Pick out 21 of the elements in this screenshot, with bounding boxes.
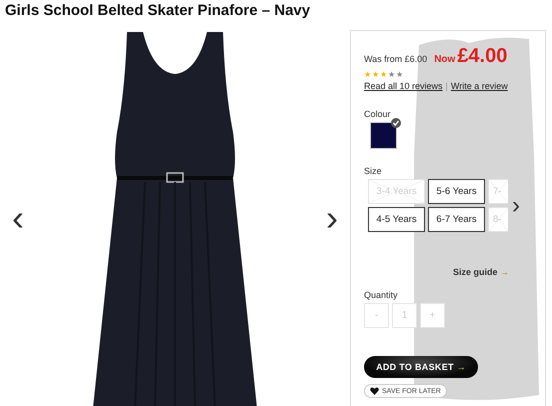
checkmark-icon <box>391 118 401 128</box>
size-option[interactable]: 4-5 Years <box>368 207 425 232</box>
size-guide-link[interactable]: Size guide → <box>452 267 509 277</box>
now-price: £4.00 <box>457 45 508 68</box>
was-price: Was from £6.00 <box>364 54 428 64</box>
next-sizes-button[interactable]: › <box>508 194 520 218</box>
next-image-button[interactable]: › <box>322 202 342 232</box>
write-review-link[interactable]: Write a review <box>450 81 508 91</box>
add-to-basket-button[interactable]: ADD TO BASKET → <box>364 356 478 378</box>
heart-icon <box>370 387 379 395</box>
quantity-label: Quantity <box>364 290 398 300</box>
previous-image-button[interactable]: ‹ <box>8 202 28 232</box>
size-label: Size <box>364 166 382 176</box>
read-reviews-link[interactable]: Read all 10 reviews <box>364 81 443 91</box>
size-option[interactable]: 6-7 Years <box>428 207 485 232</box>
star-rating: ★★★★★ <box>364 70 404 80</box>
now-label: Now <box>434 54 456 65</box>
size-option[interactable]: 5-6 Years <box>428 179 485 204</box>
link-separator: | <box>446 81 448 91</box>
product-title: Girls School Belted Skater Pinafore – Navy <box>4 1 312 21</box>
colour-label: Colour <box>364 109 391 119</box>
